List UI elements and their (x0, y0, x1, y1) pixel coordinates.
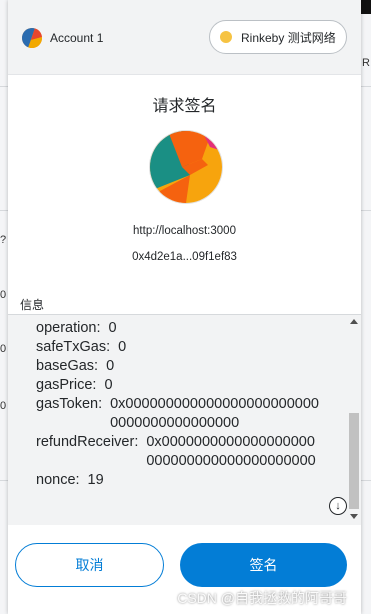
background-text: 0 (0, 289, 7, 301)
field-value: 19 (87, 472, 104, 488)
field-key: refundReceiver: (36, 434, 139, 450)
cancel-button[interactable]: 取消 (15, 543, 164, 587)
message-field: nonce: 19 (36, 471, 336, 490)
scroll-down-arrow-icon[interactable] (350, 514, 358, 519)
field-key: gasPrice: (36, 377, 97, 393)
field-value: 0 (118, 339, 127, 355)
arrow-down-icon: ↓ (335, 500, 341, 512)
origin-identicon-icon (150, 131, 222, 203)
background-text: R (362, 57, 370, 69)
scroll-to-bottom-button[interactable]: ↓ (329, 497, 347, 515)
field-value: 0 (104, 377, 113, 393)
field-value: 0x00000000000000000000000000000000000000… (110, 396, 319, 431)
field-key: operation: (36, 320, 101, 336)
account-selector[interactable]: Account 1 (22, 28, 103, 48)
scrollbar-thumb[interactable] (349, 413, 359, 509)
background-text: ? (0, 234, 7, 246)
message-label: 信息 (20, 298, 45, 312)
watermark: CSDN @自我拯救的阿哥哥 (177, 590, 347, 606)
message-panel[interactable]: operation: 0 safeTxGas: 0 baseGas: 0 gas… (8, 314, 361, 526)
network-status-dot-icon (220, 31, 232, 43)
background-page-right (361, 0, 371, 614)
page-title: 请求签名 (152, 98, 217, 115)
account-identicon-icon (22, 28, 42, 48)
request-origin: http://localhost:3000 (133, 225, 236, 237)
message-scrollbar[interactable] (349, 319, 359, 519)
signer-address: 0x4d2e1a...09f1ef83 (132, 251, 237, 263)
background-text: 0 (0, 400, 7, 412)
action-footer: 取消 签名 CSDN @自我拯救的阿哥哥 (8, 525, 361, 614)
field-key: baseGas: (36, 358, 99, 374)
message-field: gasPrice: 0 (36, 376, 336, 395)
popup-header: Account 1 Rinkeby 测试网络 (8, 0, 361, 75)
field-key: gasToken: (36, 396, 103, 412)
sign-button[interactable]: 签名 (180, 543, 347, 587)
field-key: safeTxGas: (36, 339, 111, 355)
field-key: nonce: (36, 472, 80, 488)
message-field: safeTxGas: 0 (36, 338, 336, 357)
network-selector[interactable]: Rinkeby 测试网络 (209, 20, 347, 54)
field-value: 0x00000000000000000000000000000000000000… (146, 434, 316, 469)
account-name: Account 1 (50, 31, 104, 45)
message-field: gasToken: 0x0000000000000000000000000000… (36, 395, 336, 433)
background-page-left (0, 0, 8, 614)
scroll-up-arrow-icon[interactable] (350, 319, 358, 324)
signature-request-popup: Account 1 Rinkeby 测试网络 请求签名 http://local… (8, 0, 361, 614)
network-label: Rinkeby 测试网络 (241, 30, 336, 45)
background-window-corner (361, 0, 371, 14)
background-text: 0 (0, 343, 7, 355)
field-value: 0 (106, 358, 115, 374)
field-value: 0 (108, 320, 117, 336)
message-fields: operation: 0 safeTxGas: 0 baseGas: 0 gas… (36, 319, 336, 490)
message-field: baseGas: 0 (36, 357, 336, 376)
message-field: refundReceiver: 0x0000000000000000000000… (36, 433, 336, 471)
message-field: operation: 0 (36, 319, 336, 338)
